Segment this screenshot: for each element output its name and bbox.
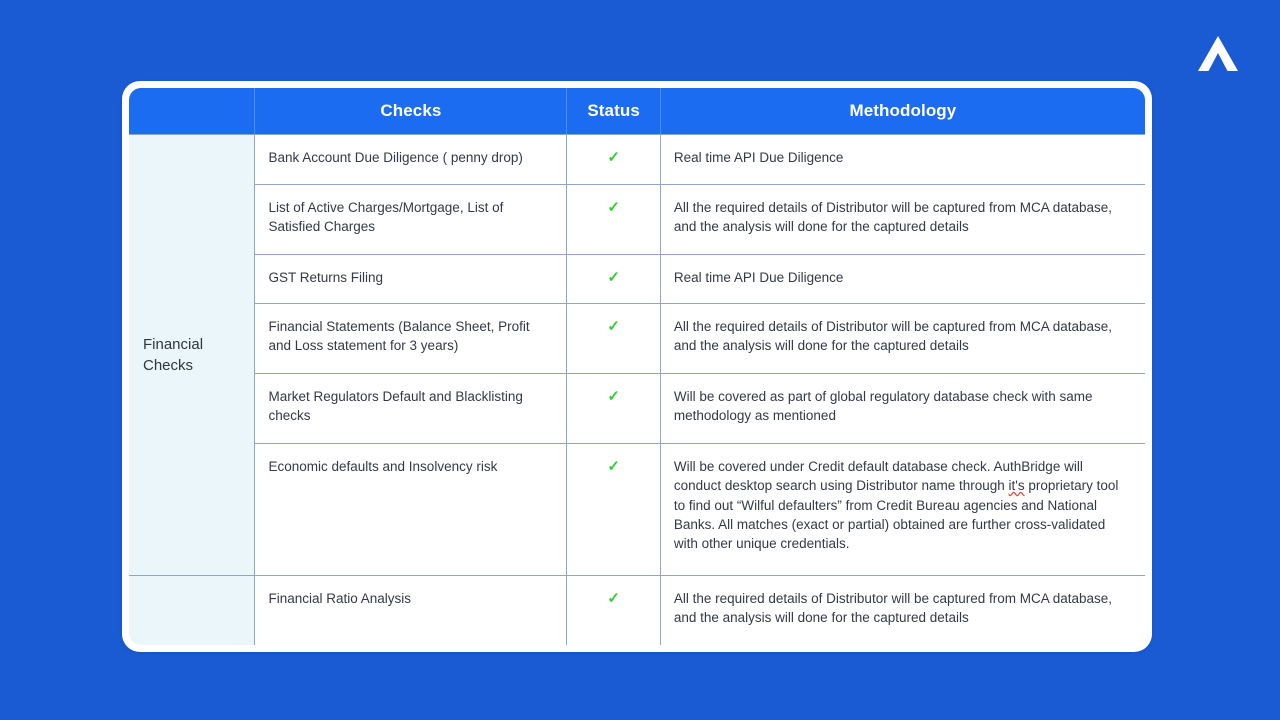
header-group [129, 88, 256, 135]
check-icon: ✓ [607, 318, 620, 336]
check-icon: ✓ [607, 198, 620, 216]
methodology-text: Real time API Due Diligence [659, 134, 1145, 185]
check-name: List of Active Charges/Mortgage, List of… [254, 183, 568, 255]
authbridge-chevron-logo [1198, 36, 1238, 71]
status-cell: ✓ [566, 183, 661, 255]
check-icon: ✓ [607, 388, 620, 406]
check-name: Bank Account Due Diligence ( penny drop) [254, 134, 568, 185]
methodology-text: All the required details of Distributor … [659, 183, 1145, 255]
header-status: Status [566, 88, 661, 135]
table-row: Financial Checks Bank Account Due Dilige… [129, 134, 1145, 576]
check-icon: ✓ [607, 589, 620, 607]
financial-checks-table: Checks Status Methodology Financial Chec… [129, 88, 1145, 645]
methodology-text: All the required details of Distributor … [659, 303, 1145, 375]
header-checks: Checks [254, 88, 568, 135]
check-name: Economic defaults and Insolvency risk [254, 443, 568, 576]
status-cell: ✓ [566, 134, 661, 185]
group-blank-cell [129, 574, 256, 645]
status-cell: ✓ [566, 443, 661, 576]
status-cell: ✓ [566, 253, 661, 305]
methodology-text: Real time API Due Diligence [659, 253, 1145, 305]
methodology-text: Will be covered as part of global regula… [659, 373, 1145, 445]
status-cell: ✓ [566, 373, 661, 445]
financial-checks-card: Checks Status Methodology Financial Chec… [122, 81, 1152, 652]
methodology-text: All the required details of Distributor … [659, 574, 1145, 645]
table-row: List of Active Charges/Mortgage, List of… [129, 183, 1145, 255]
table-row: Financial Ratio Analysis ✓ All the requi… [129, 574, 1145, 645]
header-methodology: Methodology [660, 88, 1145, 135]
check-name: GST Returns Filing [254, 253, 568, 305]
check-icon: ✓ [607, 458, 620, 476]
check-icon: ✓ [607, 268, 620, 286]
table-row: Financial Statements (Balance Sheet, Pro… [129, 303, 1145, 375]
methodology-misspelled-word: it's [1008, 478, 1025, 494]
group-label-financial-checks: Financial Checks [129, 134, 256, 576]
status-cell: ✓ [566, 574, 661, 645]
check-name: Market Regulators Default and Blacklisti… [254, 373, 568, 445]
check-icon: ✓ [607, 149, 620, 166]
table-row: Economic defaults and Insolvency risk ✓ … [129, 443, 1145, 576]
table-row: Market Regulators Default and Blacklisti… [129, 373, 1145, 445]
table-row: GST Returns Filing ✓ Real time API Due D… [129, 253, 1145, 305]
methodology-text: Will be covered under Credit default dat… [659, 443, 1145, 576]
table-header-row: Checks Status Methodology [129, 88, 1145, 135]
status-cell: ✓ [566, 303, 661, 375]
check-name: Financial Ratio Analysis [254, 574, 568, 645]
check-name: Financial Statements (Balance Sheet, Pro… [254, 303, 568, 375]
